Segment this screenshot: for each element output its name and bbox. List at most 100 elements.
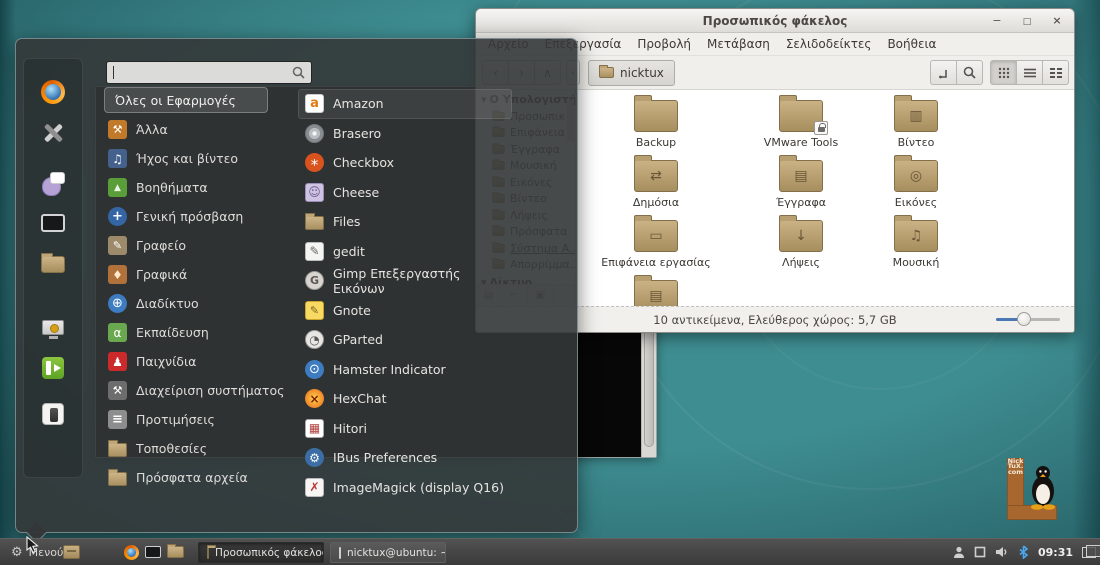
folder-videos[interactable]: ▥ Βίντεο [851, 94, 981, 149]
category-accessories[interactable]: Βοηθήματα [104, 173, 300, 202]
folder-icon [167, 546, 184, 558]
app-item-ibus[interactable]: IBus Preferences [298, 443, 512, 473]
clipboard-icon[interactable] [974, 546, 986, 558]
user-status-icon[interactable] [953, 546, 965, 558]
lock-emblem-icon [814, 121, 828, 135]
category-recent-files[interactable]: Πρόσφατα αρχεία [104, 463, 300, 492]
category-graphics[interactable]: Γραφικά [104, 260, 300, 289]
folder-icon: ▭ [634, 220, 678, 252]
category-games[interactable]: Παιχνίδια [104, 347, 300, 376]
hitori-icon [305, 419, 324, 438]
menu-go[interactable]: Μετάβαση [699, 37, 778, 51]
globe-icon [108, 294, 127, 313]
drawer-icon [63, 545, 80, 559]
app-item-gparted[interactable]: GParted [298, 325, 512, 355]
games-icon [108, 352, 127, 371]
icon-view-button[interactable] [990, 60, 1017, 85]
launcher-firefox[interactable] [122, 544, 140, 560]
app-item-hexchat[interactable]: HexChat [298, 384, 512, 414]
category-sound-video[interactable]: Ήχος και βίντεο [104, 144, 300, 173]
launcher-file-drawer[interactable] [62, 544, 80, 560]
folder-icon: ▤ [779, 160, 823, 192]
menu-view[interactable]: Προβολή [629, 37, 699, 51]
category-other[interactable]: Άλλα [104, 115, 300, 144]
document-emblem-icon: ▤ [649, 289, 662, 303]
menu-help[interactable]: Βοήθεια [879, 37, 944, 51]
folder-desktop[interactable]: ▭ Επιφάνεια εργασίας [591, 214, 721, 269]
category-system-administration[interactable]: Διαχείριση συστήματος [104, 376, 300, 405]
dock-terminal-button[interactable] [24, 206, 82, 240]
folder-view[interactable]: Backup VMware Tools ▥ Βίντεο ⇄ Δημόσια [577, 90, 1074, 306]
app-item-gimp[interactable]: Gimp Επεξεργαστής Εικόνων [298, 266, 512, 296]
category-preferences[interactable]: Προτιμήσεις [104, 405, 300, 434]
folder-templates-partial[interactable]: ▤ [591, 274, 721, 306]
dock-power-button[interactable] [24, 397, 82, 431]
close-button[interactable] [1050, 14, 1064, 27]
dock-file-manager-button[interactable] [24, 247, 82, 281]
launcher-terminal[interactable] [144, 544, 162, 560]
document-emblem-icon: ▤ [794, 169, 807, 183]
dock-system-tools-button[interactable] [24, 116, 82, 150]
camera-emblem-icon: ◎ [910, 169, 922, 183]
category-places[interactable]: Τοποθεσίες [104, 434, 300, 463]
folder-icon: ▤ [634, 280, 678, 306]
dock-logout-button[interactable] [24, 351, 82, 385]
minimize-button[interactable] [990, 14, 1004, 27]
dock-messaging-button[interactable] [24, 166, 82, 200]
compact-view-button[interactable] [1042, 60, 1069, 85]
zoom-slider-knob[interactable] [1017, 312, 1031, 326]
app-item-hamster[interactable]: Hamster Indicator [298, 355, 512, 385]
category-office[interactable]: Γραφείο [104, 231, 300, 260]
bluetooth-icon[interactable] [1018, 545, 1029, 559]
search-input[interactable] [107, 62, 292, 83]
task-button-terminal[interactable]: nicktux@ubuntu: ~ [330, 542, 446, 563]
gear-icon: ⚙ [11, 545, 23, 560]
app-item-brasero[interactable]: Brasero [298, 119, 512, 149]
dock-firefox-button[interactable] [24, 75, 82, 109]
folder-pictures[interactable]: ◎ Εικόνες [851, 154, 981, 209]
folder-music[interactable]: ♫ Μουσική [851, 214, 981, 269]
list-view-button[interactable] [1016, 60, 1043, 85]
category-education[interactable]: Εκπαίδευση [104, 318, 300, 347]
folder-vmware-tools[interactable]: VMware Tools [736, 94, 866, 149]
logout-icon [42, 357, 64, 379]
system-tools-icon [108, 381, 127, 400]
path-button-nicktux[interactable]: nicktux [588, 60, 675, 86]
app-item-imagemagick[interactable]: ImageMagick (display Q16) [298, 473, 512, 503]
category-all-applications[interactable]: Όλες οι Εφαρμογές [104, 87, 268, 113]
folder-icon [634, 100, 678, 132]
app-item-checkbox[interactable]: Checkbox [298, 148, 512, 178]
zoom-slider[interactable] [996, 318, 1060, 321]
category-internet[interactable]: Διαδίκτυο [104, 289, 300, 318]
imagemagick-icon [305, 478, 324, 497]
app-item-files[interactable]: Files [298, 207, 512, 237]
text-caret [113, 66, 114, 79]
menu-bookmarks[interactable]: Σελιδοδείκτες [778, 37, 880, 51]
volume-icon[interactable] [995, 546, 1009, 558]
category-universal-access[interactable]: Γενική πρόσβαση [104, 202, 300, 231]
search-button[interactable] [956, 60, 983, 85]
app-item-gedit[interactable]: gedit [298, 237, 512, 267]
app-item-amazon[interactable]: Amazon [298, 89, 512, 119]
folder-downloads[interactable]: ↓ Λήψεις [736, 214, 866, 269]
launcher-file-manager[interactable] [166, 544, 184, 560]
task-button-home-folder[interactable]: Προσωπικός φάκελος [198, 542, 324, 563]
folder-public[interactable]: ⇄ Δημόσια [591, 154, 721, 209]
app-item-hitori[interactable]: Hitori [298, 414, 512, 444]
chat-icon [41, 171, 65, 195]
titlebar[interactable]: Προσωπικός φάκελος [476, 9, 1074, 33]
location-entry-button[interactable] [930, 60, 957, 85]
folder-backup[interactable]: Backup [591, 94, 721, 149]
app-item-cheese[interactable]: Cheese [298, 178, 512, 208]
app-item-gnote[interactable]: Gnote [298, 296, 512, 326]
list-view-icon [1024, 67, 1036, 79]
clock[interactable]: 09:31 [1038, 546, 1073, 559]
amazon-icon [305, 94, 324, 113]
system-tray: 09:31 [953, 539, 1096, 565]
gedit-icon [305, 242, 324, 261]
folder-documents[interactable]: ▤ Έγγραφα [736, 154, 866, 209]
terminal-icon [145, 546, 161, 558]
maximize-button[interactable] [1020, 14, 1034, 27]
dock-lock-screen-button[interactable] [24, 310, 82, 344]
workspace-switcher[interactable] [1082, 547, 1096, 558]
